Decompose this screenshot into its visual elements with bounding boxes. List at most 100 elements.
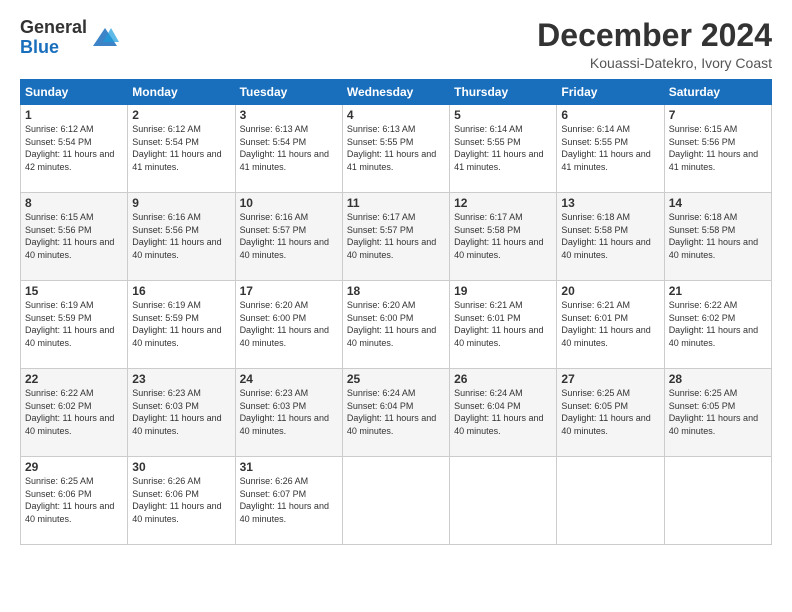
- day-info: Sunrise: 6:23 AMSunset: 6:03 PMDaylight:…: [132, 388, 221, 436]
- day-number: 11: [347, 196, 445, 210]
- title-block: December 2024 Kouassi-Datekro, Ivory Coa…: [537, 18, 772, 71]
- day-info: Sunrise: 6:23 AMSunset: 6:03 PMDaylight:…: [240, 388, 329, 436]
- week-row-3: 15 Sunrise: 6:19 AMSunset: 5:59 PMDaylig…: [21, 281, 772, 369]
- week-row-1: 1 Sunrise: 6:12 AMSunset: 5:54 PMDayligh…: [21, 105, 772, 193]
- day-info: Sunrise: 6:21 AMSunset: 6:01 PMDaylight:…: [454, 300, 543, 348]
- day-info: Sunrise: 6:18 AMSunset: 5:58 PMDaylight:…: [561, 212, 650, 260]
- day-number: 26: [454, 372, 552, 386]
- day-info: Sunrise: 6:12 AMSunset: 5:54 PMDaylight:…: [132, 124, 221, 172]
- calendar-cell: 6 Sunrise: 6:14 AMSunset: 5:55 PMDayligh…: [557, 105, 664, 193]
- day-number: 9: [132, 196, 230, 210]
- calendar-cell: 30 Sunrise: 6:26 AMSunset: 6:06 PMDaylig…: [128, 457, 235, 545]
- logo-general-text: General: [20, 17, 87, 37]
- day-info: Sunrise: 6:17 AMSunset: 5:57 PMDaylight:…: [347, 212, 436, 260]
- day-info: Sunrise: 6:22 AMSunset: 6:02 PMDaylight:…: [25, 388, 114, 436]
- day-number: 22: [25, 372, 123, 386]
- calendar-cell: [450, 457, 557, 545]
- day-info: Sunrise: 6:16 AMSunset: 5:56 PMDaylight:…: [132, 212, 221, 260]
- col-header-monday: Monday: [128, 80, 235, 105]
- col-header-friday: Friday: [557, 80, 664, 105]
- day-info: Sunrise: 6:16 AMSunset: 5:57 PMDaylight:…: [240, 212, 329, 260]
- week-row-5: 29 Sunrise: 6:25 AMSunset: 6:06 PMDaylig…: [21, 457, 772, 545]
- month-year-title: December 2024: [537, 18, 772, 53]
- calendar-cell: 3 Sunrise: 6:13 AMSunset: 5:54 PMDayligh…: [235, 105, 342, 193]
- col-header-tuesday: Tuesday: [235, 80, 342, 105]
- calendar-cell: 22 Sunrise: 6:22 AMSunset: 6:02 PMDaylig…: [21, 369, 128, 457]
- calendar-table: SundayMondayTuesdayWednesdayThursdayFrid…: [20, 79, 772, 545]
- day-number: 25: [347, 372, 445, 386]
- calendar-cell: 26 Sunrise: 6:24 AMSunset: 6:04 PMDaylig…: [450, 369, 557, 457]
- week-row-2: 8 Sunrise: 6:15 AMSunset: 5:56 PMDayligh…: [21, 193, 772, 281]
- day-number: 30: [132, 460, 230, 474]
- day-number: 5: [454, 108, 552, 122]
- col-header-wednesday: Wednesday: [342, 80, 449, 105]
- calendar-cell: 9 Sunrise: 6:16 AMSunset: 5:56 PMDayligh…: [128, 193, 235, 281]
- day-number: 2: [132, 108, 230, 122]
- col-header-sunday: Sunday: [21, 80, 128, 105]
- day-info: Sunrise: 6:20 AMSunset: 6:00 PMDaylight:…: [347, 300, 436, 348]
- page-container: General Blue December 2024 Kouassi-Datek…: [0, 0, 792, 557]
- day-info: Sunrise: 6:19 AMSunset: 5:59 PMDaylight:…: [132, 300, 221, 348]
- calendar-cell: 17 Sunrise: 6:20 AMSunset: 6:00 PMDaylig…: [235, 281, 342, 369]
- day-info: Sunrise: 6:13 AMSunset: 5:54 PMDaylight:…: [240, 124, 329, 172]
- calendar-cell: 12 Sunrise: 6:17 AMSunset: 5:58 PMDaylig…: [450, 193, 557, 281]
- day-number: 19: [454, 284, 552, 298]
- calendar-cell: 5 Sunrise: 6:14 AMSunset: 5:55 PMDayligh…: [450, 105, 557, 193]
- calendar-cell: 2 Sunrise: 6:12 AMSunset: 5:54 PMDayligh…: [128, 105, 235, 193]
- calendar-cell: 18 Sunrise: 6:20 AMSunset: 6:00 PMDaylig…: [342, 281, 449, 369]
- day-number: 27: [561, 372, 659, 386]
- calendar-cell: 13 Sunrise: 6:18 AMSunset: 5:58 PMDaylig…: [557, 193, 664, 281]
- calendar-cell: 1 Sunrise: 6:12 AMSunset: 5:54 PMDayligh…: [21, 105, 128, 193]
- day-info: Sunrise: 6:25 AMSunset: 6:05 PMDaylight:…: [669, 388, 758, 436]
- day-info: Sunrise: 6:20 AMSunset: 6:00 PMDaylight:…: [240, 300, 329, 348]
- calendar-cell: 21 Sunrise: 6:22 AMSunset: 6:02 PMDaylig…: [664, 281, 771, 369]
- day-number: 16: [132, 284, 230, 298]
- day-info: Sunrise: 6:21 AMSunset: 6:01 PMDaylight:…: [561, 300, 650, 348]
- day-number: 31: [240, 460, 338, 474]
- day-info: Sunrise: 6:25 AMSunset: 6:05 PMDaylight:…: [561, 388, 650, 436]
- day-number: 18: [347, 284, 445, 298]
- day-number: 8: [25, 196, 123, 210]
- calendar-cell: 29 Sunrise: 6:25 AMSunset: 6:06 PMDaylig…: [21, 457, 128, 545]
- day-number: 12: [454, 196, 552, 210]
- calendar-cell: 24 Sunrise: 6:23 AMSunset: 6:03 PMDaylig…: [235, 369, 342, 457]
- day-number: 10: [240, 196, 338, 210]
- day-number: 13: [561, 196, 659, 210]
- calendar-cell: 19 Sunrise: 6:21 AMSunset: 6:01 PMDaylig…: [450, 281, 557, 369]
- day-info: Sunrise: 6:26 AMSunset: 6:06 PMDaylight:…: [132, 476, 221, 524]
- day-info: Sunrise: 6:22 AMSunset: 6:02 PMDaylight:…: [669, 300, 758, 348]
- calendar-cell: 15 Sunrise: 6:19 AMSunset: 5:59 PMDaylig…: [21, 281, 128, 369]
- week-row-4: 22 Sunrise: 6:22 AMSunset: 6:02 PMDaylig…: [21, 369, 772, 457]
- day-info: Sunrise: 6:24 AMSunset: 6:04 PMDaylight:…: [454, 388, 543, 436]
- day-info: Sunrise: 6:15 AMSunset: 5:56 PMDaylight:…: [669, 124, 758, 172]
- day-info: Sunrise: 6:26 AMSunset: 6:07 PMDaylight:…: [240, 476, 329, 524]
- day-info: Sunrise: 6:12 AMSunset: 5:54 PMDaylight:…: [25, 124, 114, 172]
- calendar-cell: [342, 457, 449, 545]
- calendar-cell: 14 Sunrise: 6:18 AMSunset: 5:58 PMDaylig…: [664, 193, 771, 281]
- day-number: 29: [25, 460, 123, 474]
- calendar-cell: [557, 457, 664, 545]
- day-number: 20: [561, 284, 659, 298]
- day-info: Sunrise: 6:24 AMSunset: 6:04 PMDaylight:…: [347, 388, 436, 436]
- header: General Blue December 2024 Kouassi-Datek…: [20, 18, 772, 71]
- day-number: 6: [561, 108, 659, 122]
- calendar-cell: 8 Sunrise: 6:15 AMSunset: 5:56 PMDayligh…: [21, 193, 128, 281]
- day-info: Sunrise: 6:19 AMSunset: 5:59 PMDaylight:…: [25, 300, 114, 348]
- logo: General Blue: [20, 18, 119, 58]
- day-number: 24: [240, 372, 338, 386]
- day-info: Sunrise: 6:14 AMSunset: 5:55 PMDaylight:…: [561, 124, 650, 172]
- day-number: 1: [25, 108, 123, 122]
- day-number: 28: [669, 372, 767, 386]
- day-info: Sunrise: 6:17 AMSunset: 5:58 PMDaylight:…: [454, 212, 543, 260]
- calendar-cell: 11 Sunrise: 6:17 AMSunset: 5:57 PMDaylig…: [342, 193, 449, 281]
- day-number: 23: [132, 372, 230, 386]
- day-number: 15: [25, 284, 123, 298]
- calendar-cell: 28 Sunrise: 6:25 AMSunset: 6:05 PMDaylig…: [664, 369, 771, 457]
- calendar-cell: 4 Sunrise: 6:13 AMSunset: 5:55 PMDayligh…: [342, 105, 449, 193]
- location-text: Kouassi-Datekro, Ivory Coast: [537, 55, 772, 71]
- day-info: Sunrise: 6:13 AMSunset: 5:55 PMDaylight:…: [347, 124, 436, 172]
- calendar-cell: 25 Sunrise: 6:24 AMSunset: 6:04 PMDaylig…: [342, 369, 449, 457]
- day-number: 4: [347, 108, 445, 122]
- logo-blue-text: Blue: [20, 37, 59, 57]
- calendar-cell: [664, 457, 771, 545]
